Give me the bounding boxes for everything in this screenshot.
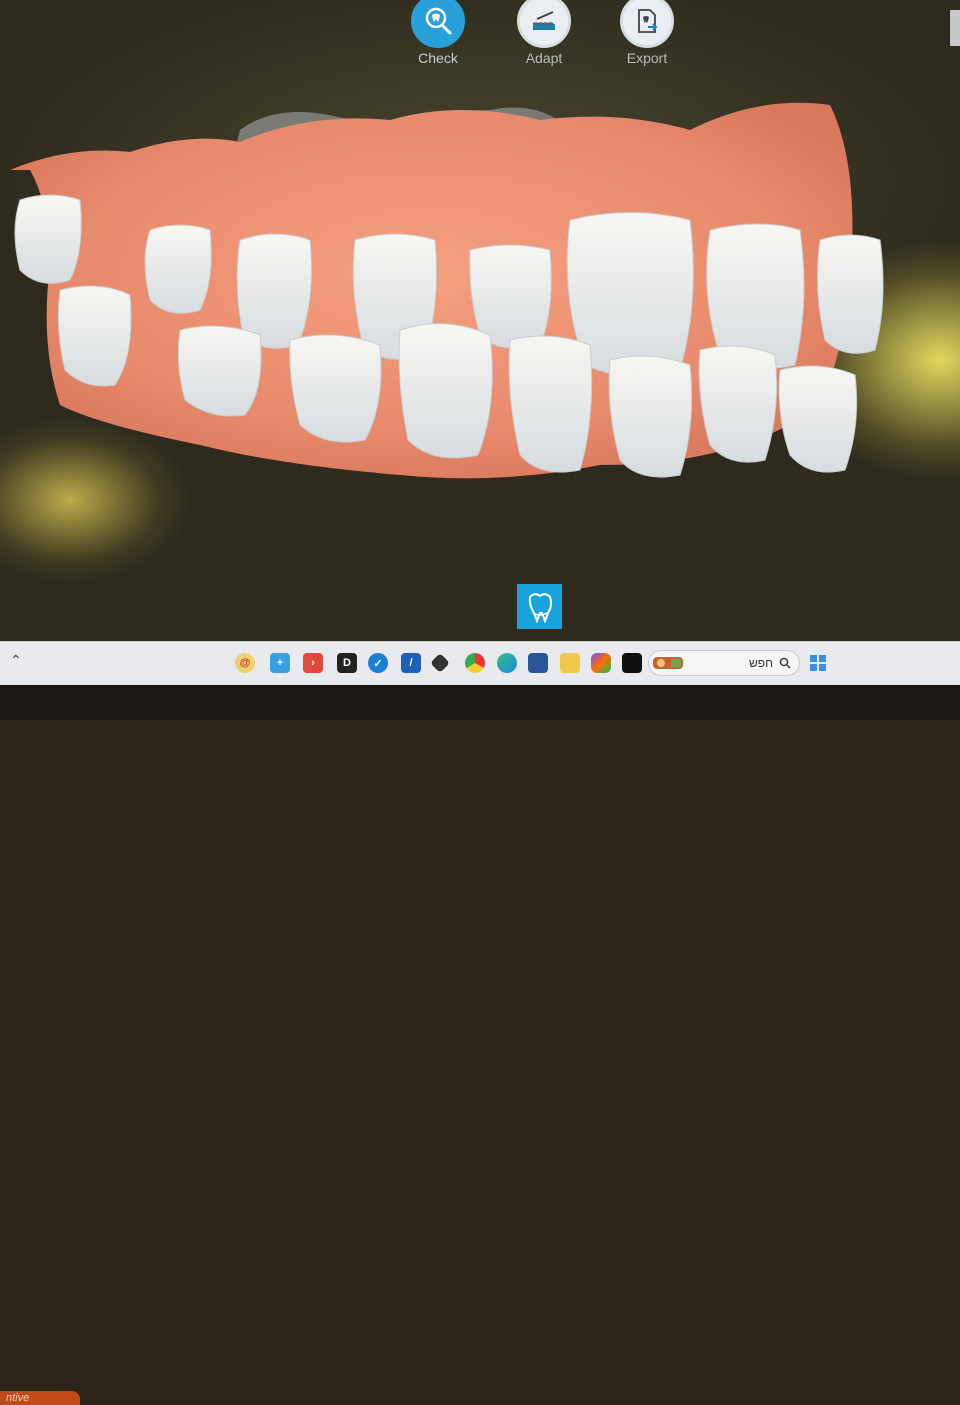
tooth-view-button[interactable] — [517, 584, 562, 629]
adapt-tool-button[interactable]: Adapt — [509, 0, 579, 66]
check-tool-label: Check — [418, 50, 458, 66]
app-blue-icon[interactable]: + — [270, 653, 290, 673]
top-toolbar: Check Adapt Export — [400, 0, 700, 72]
taskbar-search[interactable]: חפש — [648, 650, 800, 676]
check-tool-button[interactable]: Check — [403, 0, 473, 66]
app-d-icon[interactable]: D — [337, 653, 357, 673]
monitor-bezel: ntive — [0, 685, 960, 1405]
export-file-icon — [620, 0, 674, 48]
windows-taskbar: ⌃ @ + › D ✓ / חפש — [0, 641, 960, 686]
tooth-view-icon — [528, 592, 552, 623]
app-round-blue-icon[interactable]: ✓ — [368, 653, 388, 673]
app-cube-icon[interactable] — [430, 653, 450, 673]
store-icon[interactable] — [528, 653, 548, 673]
app-teal-icon[interactable]: / — [401, 653, 421, 673]
side-panel-handle[interactable] — [950, 10, 960, 46]
tooth-adapt-icon — [517, 0, 571, 48]
chrome-icon[interactable] — [465, 653, 485, 673]
adapt-tool-label: Adapt — [525, 50, 563, 66]
app-ring-icon[interactable]: @ — [235, 653, 255, 673]
export-tool-button[interactable]: Export — [612, 0, 682, 66]
tooth-magnifier-icon — [411, 0, 465, 48]
folder-icon[interactable] — [560, 653, 580, 673]
app-red-icon[interactable]: › — [303, 653, 323, 673]
chevron-up-icon[interactable]: ⌃ — [10, 652, 22, 669]
search-promo-image — [653, 657, 683, 669]
app-screen: Check Adapt Export — [0, 0, 960, 690]
dental-3d-scan[interactable] — [0, 90, 960, 570]
widgets-grid-icon[interactable] — [808, 653, 828, 673]
monitor-brand-sticker: ntive — [0, 1391, 80, 1405]
edge-icon[interactable] — [497, 653, 517, 673]
copilot-icon[interactable] — [591, 653, 611, 673]
search-icon — [779, 657, 791, 669]
export-tool-label: Export — [626, 50, 668, 66]
search-label: חפש — [749, 656, 773, 670]
app-black-icon[interactable] — [622, 653, 642, 673]
